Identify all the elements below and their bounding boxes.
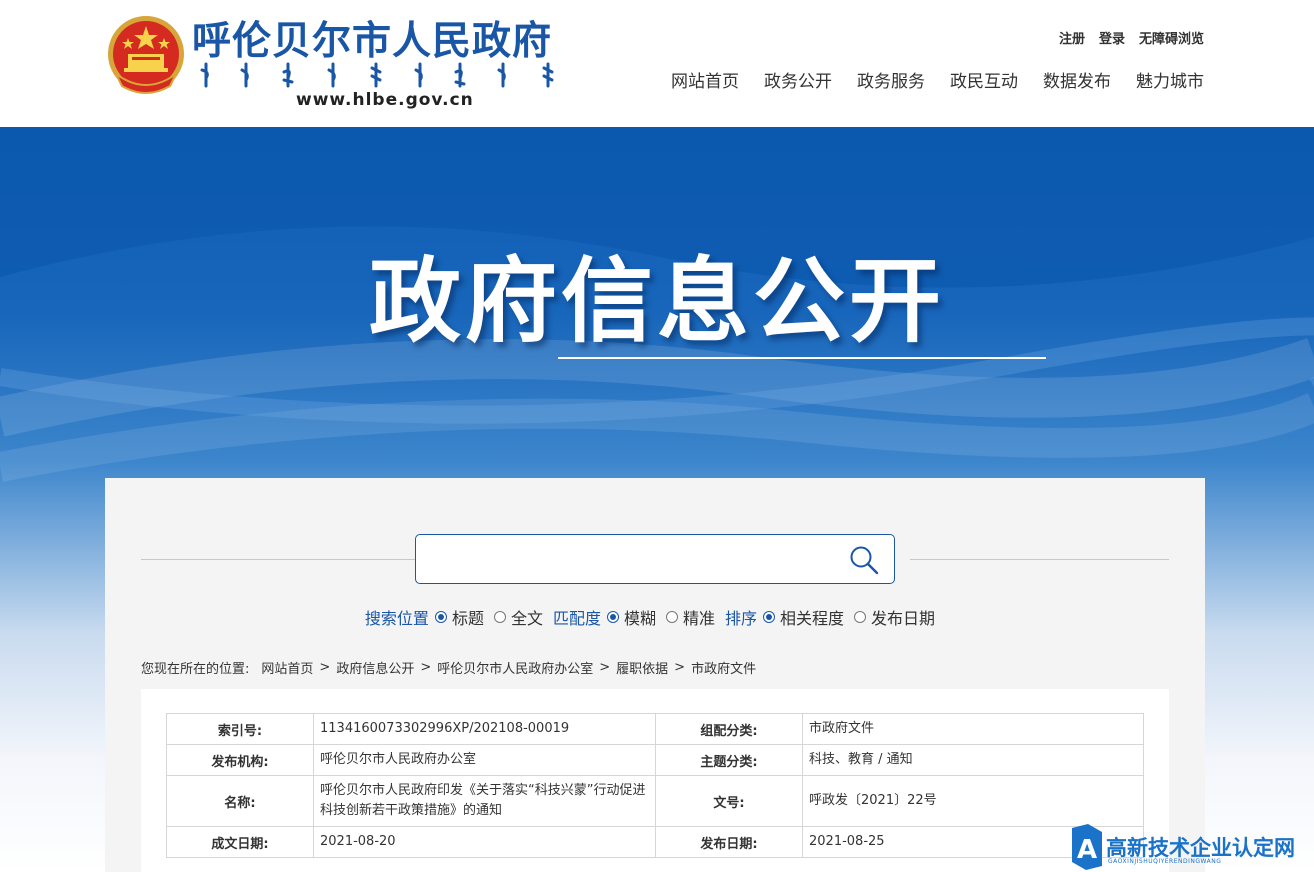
sort-option-date[interactable]: 发布日期 bbox=[854, 605, 935, 629]
match-option-exact[interactable]: 精准 bbox=[666, 605, 715, 629]
breadcrumb-separator: > bbox=[599, 660, 611, 675]
table-row: 名称: 呼伦贝尔市人民政府印发《关于落实“科技兴蒙”行动促进科技创新若干政策措施… bbox=[166, 775, 1144, 827]
category-label: 组配分类: bbox=[655, 713, 803, 745]
site-title: 呼伦贝尔市人民政府 bbox=[192, 19, 553, 64]
document-info-card: 索引号: 1134160073302996XP/202108-00019 组配分… bbox=[141, 689, 1169, 872]
radio-selected-icon[interactable] bbox=[606, 611, 619, 623]
written-date-label: 成文日期: bbox=[166, 826, 314, 858]
position-option-fulltext[interactable]: 全文 bbox=[493, 605, 543, 629]
doc-number-value: 呼政发〔2021〕22号 bbox=[802, 775, 1144, 827]
radio-selected-icon[interactable] bbox=[434, 611, 447, 623]
watermark: A 高新技术企业认定网 GAOXINJISHUQIYERENDINGWANG bbox=[1068, 822, 1314, 872]
search-position-label: 搜索位置 bbox=[364, 609, 429, 628]
nav-item-home[interactable]: 网站首页 bbox=[671, 67, 739, 92]
sort-label: 排序 bbox=[725, 609, 758, 628]
table-row: 成文日期: 2021-08-20 发布日期: 2021-08-25 bbox=[166, 826, 1144, 858]
match-label: 匹配度 bbox=[552, 609, 601, 628]
search-options: 搜索位置 标题 全文 匹配度 模糊 精准 排序 相关程度 发布日期 bbox=[105, 605, 1205, 629]
option-label: 模糊 bbox=[623, 609, 656, 628]
site-url: www.hlbe.gov.cn bbox=[296, 90, 474, 110]
match-option-fuzzy[interactable]: 模糊 bbox=[606, 605, 656, 629]
index-number-label: 索引号: bbox=[166, 713, 314, 745]
divider bbox=[141, 559, 415, 560]
content-panel: 搜索位置 标题 全文 匹配度 模糊 精准 排序 相关程度 发布日期 您现在所在的… bbox=[105, 478, 1205, 872]
table-row: 索引号: 1134160073302996XP/202108-00019 组配分… bbox=[166, 713, 1144, 745]
nav-item-data-release[interactable]: 数据发布 bbox=[1043, 67, 1111, 92]
accessibility-link[interactable]: 无障碍浏览 bbox=[1139, 28, 1204, 47]
nav-item-charm-city[interactable]: 魅力城市 bbox=[1136, 67, 1204, 92]
index-number-value: 1134160073302996XP/202108-00019 bbox=[313, 713, 656, 745]
nav-item-gov-affairs-public[interactable]: 政务公开 bbox=[764, 67, 832, 92]
name-label: 名称: bbox=[166, 775, 314, 827]
watermark-logo-icon: A bbox=[1072, 824, 1102, 870]
top-links: 注册 登录 无障碍浏览 bbox=[1059, 28, 1204, 47]
banner-underline bbox=[558, 357, 1046, 359]
site-header: 呼伦贝尔市人民政府 www.hlbe.gov.cn 注册 登录 无障碍浏览 网站… bbox=[0, 0, 1314, 127]
breadcrumb-item-home[interactable]: 网站首页 bbox=[261, 658, 313, 677]
publisher-value: 呼伦贝尔市人民政府办公室 bbox=[313, 744, 656, 776]
nav-item-interaction[interactable]: 政民互动 bbox=[950, 67, 1018, 92]
login-link[interactable]: 登录 bbox=[1099, 28, 1125, 47]
breadcrumb-item-basis[interactable]: 履职依据 bbox=[616, 658, 668, 677]
option-label: 精准 bbox=[683, 609, 716, 628]
breadcrumb-separator: > bbox=[674, 660, 686, 675]
divider bbox=[910, 559, 1169, 560]
breadcrumb-item-office[interactable]: 呼伦贝尔市人民政府办公室 bbox=[437, 658, 593, 677]
national-emblem-icon bbox=[108, 16, 184, 94]
mongolian-script-logo bbox=[200, 62, 554, 88]
topic-value: 科技、教育 / 通知 bbox=[802, 744, 1144, 776]
radio-unselected-icon[interactable] bbox=[493, 611, 506, 623]
watermark-subtext: GAOXINJISHUQIYERENDINGWANG bbox=[1108, 858, 1222, 865]
search-input[interactable] bbox=[428, 545, 828, 573]
search-icon[interactable] bbox=[848, 544, 880, 576]
breadcrumb-item-city-docs[interactable]: 市政府文件 bbox=[691, 658, 756, 677]
category-value: 市政府文件 bbox=[802, 713, 1144, 745]
sort-option-relevance[interactable]: 相关程度 bbox=[763, 605, 844, 629]
document-info-table: 索引号: 1134160073302996XP/202108-00019 组配分… bbox=[166, 713, 1144, 858]
breadcrumb-separator: > bbox=[319, 660, 331, 675]
option-label: 发布日期 bbox=[871, 609, 936, 628]
svg-text:A: A bbox=[1077, 835, 1097, 865]
publish-date-label: 发布日期: bbox=[655, 826, 803, 858]
position-option-title[interactable]: 标题 bbox=[434, 605, 484, 629]
radio-unselected-icon[interactable] bbox=[666, 611, 678, 623]
doc-number-label: 文号: bbox=[655, 775, 803, 827]
banner-title: 政府信息公开 bbox=[368, 248, 945, 355]
main-nav: 网站首页 政务公开 政务服务 政民互动 数据发布 魅力城市 bbox=[671, 67, 1204, 92]
written-date-value: 2021-08-20 bbox=[313, 826, 656, 858]
breadcrumb-separator: > bbox=[420, 660, 432, 675]
register-link[interactable]: 注册 bbox=[1059, 28, 1085, 47]
breadcrumb: 您现在所在的位置: 网站首页 > 政府信息公开 > 呼伦贝尔市人民政府办公室 >… bbox=[141, 658, 756, 677]
breadcrumb-item-info-public[interactable]: 政府信息公开 bbox=[336, 658, 414, 677]
publisher-label: 发布机构: bbox=[166, 744, 314, 776]
option-label: 标题 bbox=[451, 609, 484, 628]
topic-label: 主题分类: bbox=[655, 744, 803, 776]
option-label: 全文 bbox=[510, 609, 543, 628]
radio-selected-icon[interactable] bbox=[763, 611, 776, 623]
breadcrumb-prefix: 您现在所在的位置: bbox=[141, 662, 250, 677]
search-box bbox=[415, 534, 895, 584]
nav-item-gov-services[interactable]: 政务服务 bbox=[857, 67, 925, 92]
table-row: 发布机构: 呼伦贝尔市人民政府办公室 主题分类: 科技、教育 / 通知 bbox=[166, 744, 1144, 776]
radio-unselected-icon[interactable] bbox=[854, 611, 867, 623]
option-label: 相关程度 bbox=[780, 609, 845, 628]
name-value: 呼伦贝尔市人民政府印发《关于落实“科技兴蒙”行动促进科技创新若干政策措施》的通知 bbox=[313, 775, 656, 827]
